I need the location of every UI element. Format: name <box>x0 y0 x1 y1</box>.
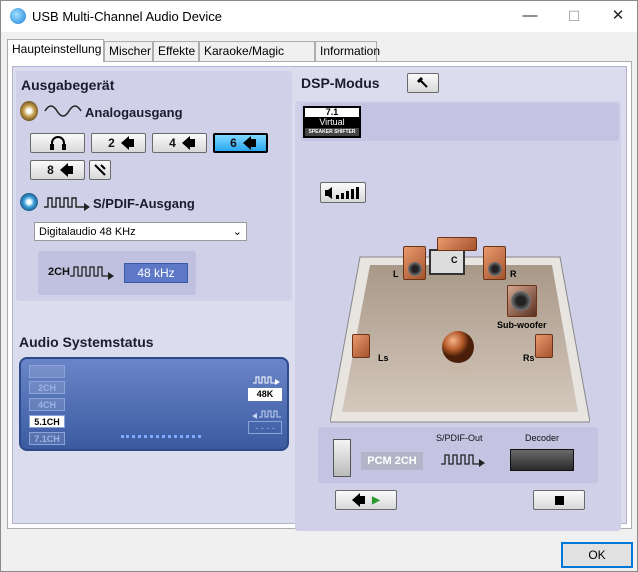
status-headphone <box>29 365 65 378</box>
virtual-71-button[interactable]: 7.1 Virtual SPEAKER SHIFTER <box>303 106 361 138</box>
spdif-format-select[interactable]: Digitalaudio 48 KHz ⌄ <box>34 222 247 241</box>
play-icon: ▶ <box>372 494 380 506</box>
speaker-rs-label: Rs <box>523 353 535 363</box>
speaker-8-icon <box>59 163 73 177</box>
window-title: USB Multi-Channel Audio Device <box>32 9 223 24</box>
speaker-sub-cone <box>511 291 531 311</box>
app-icon <box>10 8 26 24</box>
speaker-2-icon <box>120 136 134 150</box>
speaker-l-label: L <box>393 269 399 279</box>
test-speaker-icon <box>352 493 366 507</box>
speaker-8-button[interactable]: 8 <box>30 160 85 180</box>
status-level-bar <box>121 435 201 438</box>
speaker-4-label: 4 <box>169 136 176 150</box>
spdif-out-label: S/PDIF-Out <box>436 433 483 443</box>
speaker-l-cone <box>408 262 422 276</box>
speaker-2-button[interactable]: 2 <box>91 133 146 153</box>
tab-mischer[interactable]: Mischer <box>104 41 153 61</box>
status-2ch: 2CH <box>29 381 65 394</box>
spdif-output-label: S/PDIF-Ausgang <box>93 196 195 211</box>
volume-bars-icon <box>325 186 359 199</box>
stop-button[interactable] <box>533 490 585 510</box>
close-button[interactable]: ✕ <box>595 1 638 32</box>
speaker-4-button[interactable]: 4 <box>152 133 207 153</box>
status-out-icon <box>253 376 280 385</box>
analog-output-label: Analogausgang <box>85 105 183 120</box>
speaker-6-label: 6 <box>230 136 237 150</box>
tab-panel: Ausgabegerät Analogausgang 2 4 6 8 S/PDI… <box>7 61 632 531</box>
stop-icon <box>554 495 564 505</box>
spdif-port-icon <box>20 193 38 211</box>
hammer-icon <box>416 76 428 88</box>
output-heading: Ausgabegerät <box>21 77 115 93</box>
spdif-channel-label: 2CH <box>48 266 71 278</box>
test-play-button[interactable]: ▶ <box>335 490 397 510</box>
speaker-r-label: R <box>510 269 517 279</box>
spdif-rate-display: 48 kHz <box>124 263 188 283</box>
chevron-down-icon: ⌄ <box>232 226 242 238</box>
wrench-icon <box>94 164 106 176</box>
status-in-icon <box>252 410 281 419</box>
speaker-rs[interactable] <box>535 334 553 358</box>
maximize-button[interactable]: ☐ <box>551 1 597 32</box>
dsp-heading: DSP-Modus <box>301 75 380 91</box>
speaker-c[interactable] <box>437 237 477 251</box>
ok-button[interactable]: OK <box>561 542 633 568</box>
status-4ch: 4CH <box>29 398 65 411</box>
tab-karaoke[interactable]: Karaoke/Magic Voice <box>199 41 315 76</box>
tab-haupteinstellung[interactable]: Haupteinstellung <box>7 39 104 62</box>
decoder-icon <box>510 449 574 471</box>
center-monitor <box>429 249 465 275</box>
speaker-settings-button[interactable] <box>89 160 111 180</box>
spdif-signal-icon <box>70 266 114 280</box>
analog-wave-icon <box>44 105 82 117</box>
spdif-wave-icon <box>44 197 90 211</box>
status-display: 2CH 4CH 5.1CH 7.1CH 48K - - - - <box>19 357 289 451</box>
status-heading: Audio Systemstatus <box>19 334 154 350</box>
settings-panel: Ausgabegerät Analogausgang 2 4 6 8 S/PDI… <box>12 66 627 531</box>
virtual-71-mid: Virtual <box>305 117 359 128</box>
speaker-4-icon <box>181 136 195 150</box>
tab-information[interactable]: Information <box>315 41 380 61</box>
speaker-ls[interactable] <box>352 334 370 358</box>
speaker-sub[interactable] <box>507 285 537 317</box>
virtual-71-bottom: SPEAKER SHIFTER <box>305 128 359 136</box>
virtual-71-top: 7.1 <box>325 107 339 117</box>
pc-tower-icon <box>333 439 351 477</box>
headphone-icon <box>49 136 66 150</box>
speaker-c-label: C <box>451 255 458 265</box>
speaker-sub-label: Sub-woofer <box>497 320 547 330</box>
speaker-8-label: 8 <box>47 163 54 177</box>
speaker-ls-label: Ls <box>378 353 389 363</box>
speaker-6-icon <box>242 136 256 150</box>
speaker-r[interactable] <box>483 246 506 280</box>
decoder-label: Decoder <box>525 433 560 443</box>
spdif-out-icon <box>441 454 485 467</box>
audio-device-window: USB Multi-Channel Audio Device — ☐ ✕ Hau… <box>0 0 638 572</box>
title-bar: USB Multi-Channel Audio Device — ☐ ✕ <box>1 1 637 32</box>
speaker-l[interactable] <box>403 246 426 280</box>
spdif-format-value: Digitalaudio 48 KHz <box>39 226 136 238</box>
status-input-rate: - - - - <box>248 421 282 434</box>
status-71ch: 7.1CH <box>29 432 65 445</box>
volume-button[interactable] <box>320 182 366 203</box>
speaker-2-label: 2 <box>108 136 115 150</box>
dsp-settings-button[interactable] <box>407 73 439 93</box>
pcm-display: PCM 2CH <box>361 452 423 470</box>
speaker-6-button[interactable]: 6 <box>213 133 268 153</box>
status-51ch: 5.1CH <box>29 415 65 428</box>
speaker-r-cone <box>488 262 502 276</box>
status-rate: 48K <box>248 388 282 401</box>
speaker-icon <box>20 101 38 121</box>
headphone-button[interactable] <box>30 133 85 153</box>
tab-effekte[interactable]: Effekte <box>153 41 199 61</box>
minimize-button[interactable]: — <box>507 1 553 32</box>
